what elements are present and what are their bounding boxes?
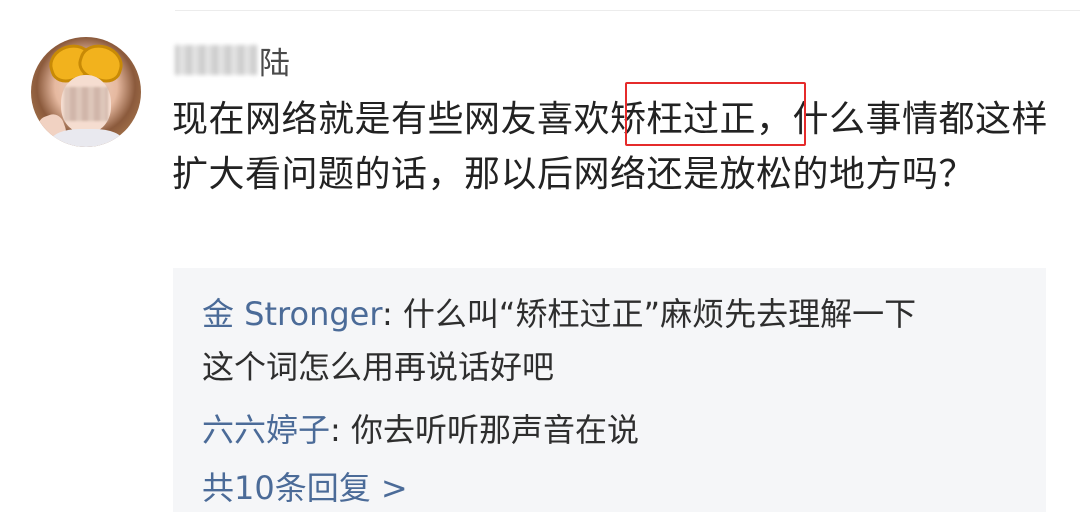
view-more-replies-link[interactable]: 共10条回复 > — [202, 462, 408, 514]
avatar-shirt — [51, 129, 123, 147]
reply-2-text-line1: 你去听听那声音在说 — [350, 411, 639, 449]
reply-1-text-line2: 这个词怎么用再说话好吧 — [202, 348, 555, 386]
reply-2[interactable]: 六六婷子: 你去听听那声音在说 — [202, 404, 639, 456]
username-masked-part — [175, 45, 257, 75]
reply-1[interactable]: 金 Stronger: 什么叫“矫枉过正”麻烦先去理解一下 — [202, 288, 916, 340]
username-visible-part: 陆 — [259, 45, 290, 82]
reply-1-continuation[interactable]: 这个词怎么用再说话好吧 — [202, 341, 554, 393]
comment-body: 现在网络就是有些网友喜欢矫枉过正，什么事情都这样扩大看问题的话，那以后网络还是放… — [172, 92, 1052, 202]
reply-1-text-line1: 什么叫“矫枉过正”麻烦先去理解一下 — [402, 295, 917, 333]
top-divider — [175, 10, 1080, 11]
comment-text-before: 现在网络就是有些网友喜欢 — [172, 99, 611, 140]
reply-1-author[interactable]: 金 Stronger — [202, 295, 382, 333]
reply-2-separator: : — [330, 411, 351, 449]
reply-2-author[interactable]: 六六婷子 — [202, 411, 330, 449]
reply-1-separator: : — [381, 295, 403, 333]
comment-username[interactable]: 陆 — [175, 40, 290, 82]
avatar-face-blur — [64, 87, 108, 121]
highlight-annotation-box — [625, 82, 806, 146]
user-avatar[interactable] — [31, 37, 141, 147]
